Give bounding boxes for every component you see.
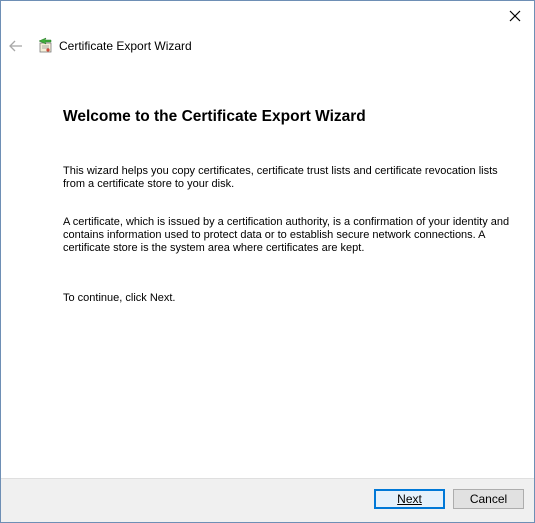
cancel-button[interactable]: Cancel (453, 489, 524, 509)
certificate-wizard-icon (37, 37, 55, 55)
close-icon (509, 10, 521, 22)
intro-paragraph: This wizard helps you copy certificates,… (63, 165, 498, 190)
back-button[interactable] (7, 37, 25, 55)
next-button[interactable]: Next (374, 489, 445, 509)
continue-instruction: To continue, click Next. (63, 292, 176, 304)
button-bar: Next Cancel (1, 478, 534, 522)
wizard-window: Certificate Export Wizard Welcome to the… (0, 0, 535, 523)
back-arrow-icon (9, 40, 22, 52)
cancel-button-label: Cancel (469, 492, 508, 506)
certificate-description-paragraph: A certificate, which is issued by a cert… (63, 216, 510, 254)
wizard-title: Certificate Export Wizard (59, 39, 192, 53)
next-button-label: Next (397, 492, 422, 506)
page-heading: Welcome to the Certificate Export Wizard (63, 108, 366, 125)
close-button[interactable] (504, 5, 526, 27)
